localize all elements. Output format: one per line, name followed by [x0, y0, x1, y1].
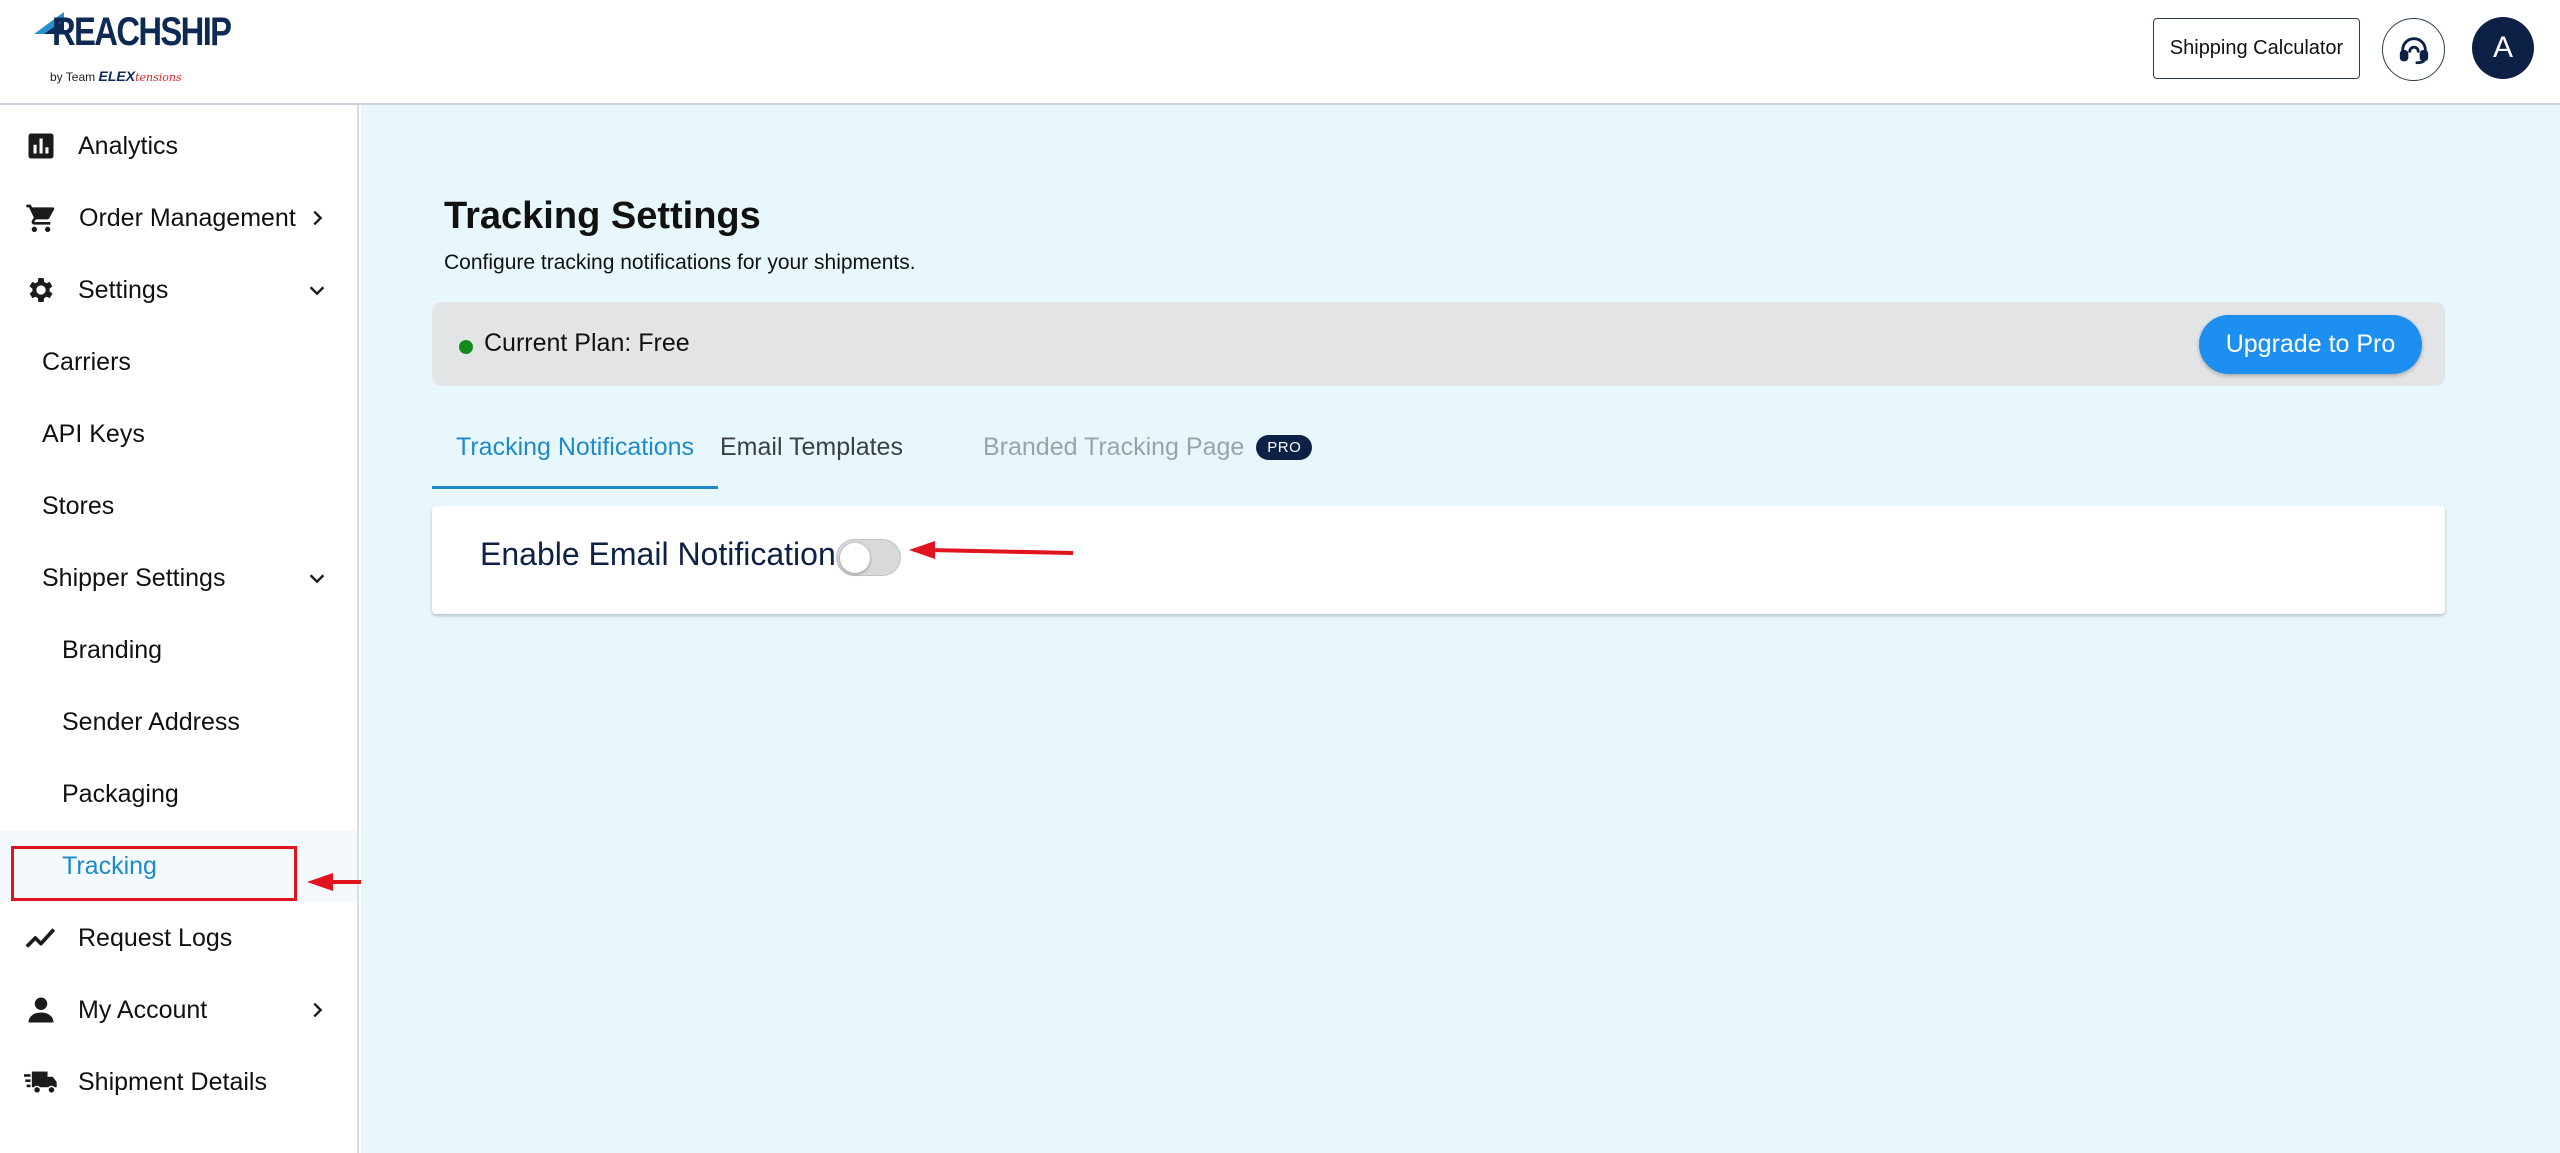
email-notification-card: Enable Email Notification [432, 506, 2445, 614]
toggle-knob [840, 543, 870, 573]
sidebar-item-label: Settings [78, 275, 169, 304]
sidebar-item-label: Request Logs [78, 923, 233, 952]
chevron-down-icon [302, 275, 332, 305]
person-icon [24, 993, 58, 1027]
annotation-highlight-box [11, 846, 297, 901]
sidebar-item-label: Shipment Details [78, 1067, 267, 1096]
sidebar-item-packaging[interactable]: Packaging [0, 758, 357, 830]
logo-byline: by Team ELEXtensions [50, 68, 182, 84]
reachship-logo[interactable]: REACHSHIP by Team ELEXtensions [34, 6, 232, 92]
tab-email-templates[interactable]: Email Templates [720, 405, 903, 489]
sidebar-item-request-logs[interactable]: Request Logs [0, 902, 357, 974]
sidebar-item-label: Sender Address [62, 707, 240, 736]
tab-tracking-notifications[interactable]: Tracking Notifications [432, 405, 719, 489]
sidebar-item-api-keys[interactable]: API Keys [0, 398, 357, 470]
trending-line-icon [24, 921, 58, 955]
pro-badge: PRO [1256, 434, 1313, 460]
sidebar-item-carriers[interactable]: Carriers [0, 326, 357, 398]
page-title: Tracking Settings [444, 195, 761, 237]
chevron-down-icon [302, 563, 332, 593]
sidebar-item-label: Packaging [62, 779, 179, 808]
page-subtitle: Configure tracking notifications for you… [444, 251, 916, 274]
sidebar: Analytics Order Management Settings Carr… [0, 105, 359, 1153]
upgrade-to-pro-button[interactable]: Upgrade to Pro [2199, 315, 2422, 374]
current-plan-bar: Current Plan: Free Upgrade to Pro [432, 302, 2445, 386]
sidebar-item-settings[interactable]: Settings [0, 254, 357, 326]
tab-label: Email Templates [720, 432, 903, 461]
sidebar-item-sender-address[interactable]: Sender Address [0, 686, 357, 758]
sidebar-item-label: Shipper Settings [42, 563, 226, 592]
settings-tabs: Tracking Notifications Email Templates B… [432, 405, 2445, 489]
sidebar-item-label: Carriers [42, 347, 131, 376]
tab-branded-tracking-page[interactable]: Branded Tracking Page PRO [983, 405, 1313, 489]
sidebar-item-label: Stores [42, 491, 115, 520]
sidebar-item-my-account[interactable]: My Account [0, 974, 357, 1046]
bar-chart-icon [24, 129, 58, 163]
sidebar-item-shipper-settings[interactable]: Shipper Settings [0, 542, 357, 614]
sidebar-item-stores[interactable]: Stores [0, 470, 357, 542]
top-header: REACHSHIP by Team ELEXtensions Shipping … [0, 0, 2560, 105]
sidebar-item-shipment-details[interactable]: Shipment Details [0, 1046, 357, 1118]
logo-wordmark: REACHSHIP [52, 10, 232, 54]
tab-label: Branded Tracking Page [983, 432, 1245, 461]
main-content: Tracking Settings Configure tracking not… [361, 105, 2560, 1153]
sidebar-item-branding[interactable]: Branding [0, 614, 357, 686]
headset-icon [2399, 36, 2428, 64]
email-notification-toggle[interactable] [836, 539, 901, 576]
user-avatar[interactable]: A [2472, 17, 2534, 79]
sidebar-item-order-management[interactable]: Order Management [0, 182, 357, 254]
tab-label: Tracking Notifications [456, 432, 695, 461]
sidebar-item-label: Order Management [79, 203, 296, 232]
email-notification-label: Enable Email Notification [480, 536, 836, 572]
truck-icon [24, 1065, 58, 1099]
current-plan-text: Current Plan: Free [484, 329, 690, 357]
plan-status-dot [459, 340, 473, 354]
sidebar-item-label: API Keys [42, 419, 145, 448]
chevron-right-icon [302, 995, 332, 1025]
cart-icon [24, 201, 58, 235]
sidebar-item-analytics[interactable]: Analytics [0, 110, 357, 182]
gear-icon [24, 273, 58, 307]
chevron-right-icon [302, 203, 332, 233]
support-button[interactable] [2382, 18, 2445, 81]
shipping-calculator-button[interactable]: Shipping Calculator [2153, 18, 2360, 79]
sidebar-item-label: My Account [78, 995, 208, 1024]
sidebar-item-label: Branding [62, 635, 163, 664]
sidebar-item-label: Analytics [78, 131, 179, 160]
